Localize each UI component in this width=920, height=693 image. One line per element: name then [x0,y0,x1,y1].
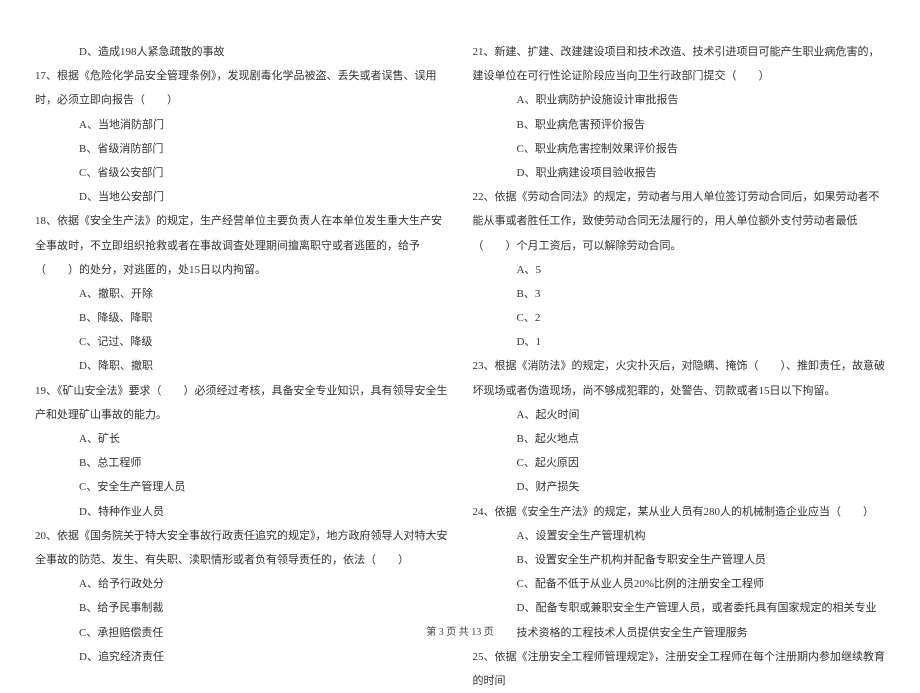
left-column: D、造成198人紧急疏散的事故 17、根据《危险化学品安全管理条例》，发现剧毒化… [35,40,448,580]
q18-option-b: B、降级、降职 [35,306,448,330]
q18-option-c: C、记过、降级 [35,330,448,354]
q22-option-c: C、2 [473,306,886,330]
q16-option-d: D、造成198人紧急疏散的事故 [35,40,448,64]
q23-option-c: C、起火原因 [473,451,886,475]
q19-option-b: B、总工程师 [35,451,448,475]
q22-option-a: A、5 [473,258,886,282]
q17-stem: 17、根据《危险化学品安全管理条例》，发现剧毒化学品被盗、丢失或者误售、误用时，… [35,64,448,112]
q24-option-b: B、设置安全生产机构并配备专职安全生产管理人员 [473,548,886,572]
q21-stem: 21、新建、扩建、改建建设项目和技术改造、技术引进项目可能产生职业病危害的，建设… [473,40,886,88]
q19-option-c: C、安全生产管理人员 [35,475,448,499]
q20-stem: 20、依据《国务院关于特大安全事故行政责任追究的规定》，地方政府领导人对特大安全… [35,524,448,572]
q23-option-a: A、起火时间 [473,403,886,427]
q21-option-b: B、职业病危害预评价报告 [473,113,886,137]
q21-option-c: C、职业病危害控制效果评价报告 [473,137,886,161]
q21-option-d: D、职业病建设项目验收报告 [473,161,886,185]
q22-option-b: B、3 [473,282,886,306]
page-content: D、造成198人紧急疏散的事故 17、根据《危险化学品安全管理条例》，发现剧毒化… [0,0,920,610]
q23-stem: 23、根据《消防法》的规定，火灾扑灭后，对隐瞒、掩饰（ ）、推卸责任，故意破坏现… [473,354,886,402]
q21-option-a: A、职业病防护设施设计审批报告 [473,88,886,112]
q19-option-a: A、矿长 [35,427,448,451]
q20-option-d: D、追究经济责任 [35,645,448,669]
q24-option-c: C、配备不低于从业人员20%比例的注册安全工程师 [473,572,886,596]
q19-stem: 19、《矿山安全法》要求（ ）必须经过考核，具备安全专业知识，具有领导安全生产和… [35,379,448,427]
q20-option-b: B、给予民事制裁 [35,596,448,620]
q22-option-d: D、1 [473,330,886,354]
right-column: 21、新建、扩建、改建建设项目和技术改造、技术引进项目可能产生职业病危害的，建设… [473,40,886,580]
q18-option-d: D、降职、撤职 [35,354,448,378]
q18-stem: 18、依据《安全生产法》的规定，生产经营单位主要负责人在本单位发生重大生产安全事… [35,209,448,282]
q25-stem: 25、依据《注册安全工程师管理规定》，注册安全工程师在每个注册期内参加继续教育的… [473,645,886,693]
q17-option-a: A、当地消防部门 [35,113,448,137]
q24-stem: 24、依据《安全生产法》的规定，某从业人员有280人的机械制造企业应当（ ） [473,500,886,524]
q24-option-a: A、设置安全生产管理机构 [473,524,886,548]
q19-option-d: D、特种作业人员 [35,500,448,524]
q17-option-c: C、省级公安部门 [35,161,448,185]
q20-option-a: A、给予行政处分 [35,572,448,596]
page-footer: 第 3 页 共 13 页 [0,623,920,638]
q17-option-d: D、当地公安部门 [35,185,448,209]
q18-option-a: A、撤职、开除 [35,282,448,306]
q17-option-b: B、省级消防部门 [35,137,448,161]
q23-option-d: D、财产损失 [473,475,886,499]
q22-stem: 22、依据《劳动合同法》的规定，劳动者与用人单位签订劳动合同后，如果劳动者不能从… [473,185,886,258]
q23-option-b: B、起火地点 [473,427,886,451]
